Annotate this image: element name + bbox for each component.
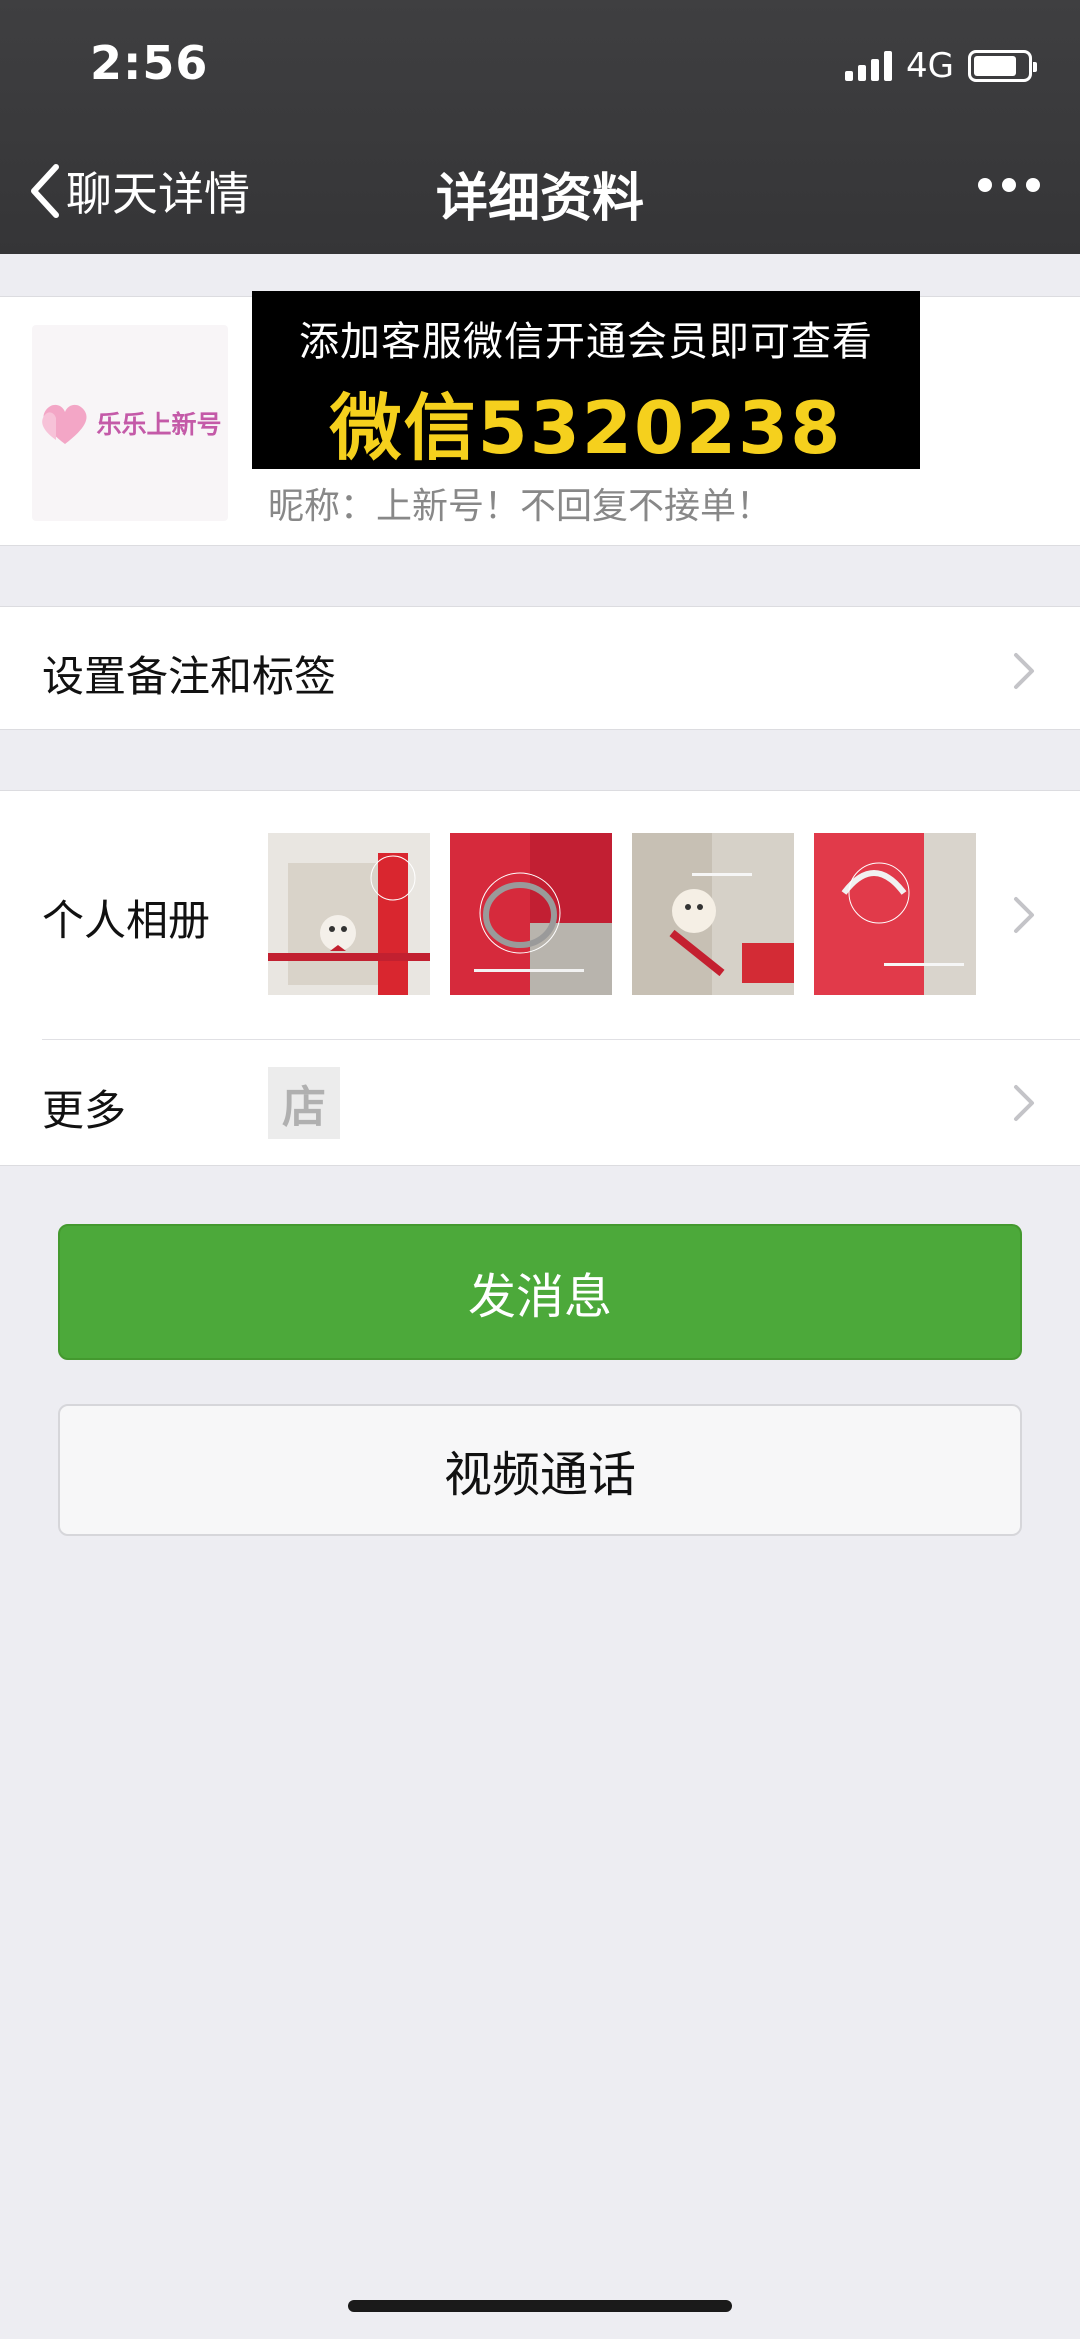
page-title: 详细资料 — [435, 169, 644, 229]
video-call-button[interactable]: 视频通话 — [58, 1404, 1022, 1536]
dot-icon — [1026, 178, 1040, 192]
album-photo[interactable] — [814, 833, 976, 995]
header-bar: 2:56 4G 聊天详情 详细资料 — [0, 0, 1080, 254]
chevron-right-icon — [1014, 1085, 1034, 1121]
shop-icon[interactable]: 店 — [268, 1067, 340, 1139]
album-photo[interactable] — [450, 833, 612, 995]
status-indicators: 4G — [845, 46, 1037, 86]
album-thumbnails[interactable] — [268, 833, 976, 995]
profile-card: 乐乐上新号 添加客服微信开通会员即可查看 微信5320238 昵称：上新号！不回… — [0, 291, 1080, 546]
promo-banner: 添加客服微信开通会员即可查看 微信5320238 — [252, 291, 920, 470]
album-more-group: 个人相册 更多 店 — [0, 790, 1080, 1166]
network-label: 4G — [906, 46, 954, 86]
dot-icon — [978, 178, 992, 192]
bag-photo-image — [268, 833, 430, 995]
send-message-button[interactable]: 发消息 — [58, 1224, 1022, 1360]
avatar-text: 乐乐上新号 — [96, 410, 222, 439]
bag-photo-image — [450, 833, 612, 995]
avatar[interactable]: 乐乐上新号 — [32, 325, 228, 521]
more-options-button[interactable] — [978, 178, 1040, 192]
album-photo[interactable] — [632, 833, 794, 995]
bag-photo-image — [632, 833, 794, 995]
battery-icon — [968, 50, 1037, 82]
more-label: 更多 — [42, 1086, 127, 1135]
row-divider — [42, 1039, 1080, 1040]
heart-icon — [42, 404, 88, 444]
banner-line-2: 微信5320238 — [329, 386, 843, 470]
album-label: 个人相册 — [42, 896, 211, 945]
remark-label: 设置备注和标签 — [42, 652, 337, 701]
chevron-right-icon — [1014, 897, 1034, 933]
home-indicator[interactable] — [348, 2300, 732, 2312]
album-photo[interactable] — [268, 833, 430, 995]
signal-icon — [845, 51, 893, 81]
set-remark-row[interactable]: 设置备注和标签 — [0, 606, 1080, 730]
status-time: 2:56 — [90, 36, 209, 90]
chevron-right-icon — [1014, 653, 1034, 689]
dot-icon — [1002, 178, 1016, 192]
nickname: 昵称：上新号！不回复不接单！ — [268, 486, 773, 527]
banner-line-1: 添加客服微信开通会员即可查看 — [299, 319, 873, 365]
bag-photo-image — [814, 833, 976, 995]
